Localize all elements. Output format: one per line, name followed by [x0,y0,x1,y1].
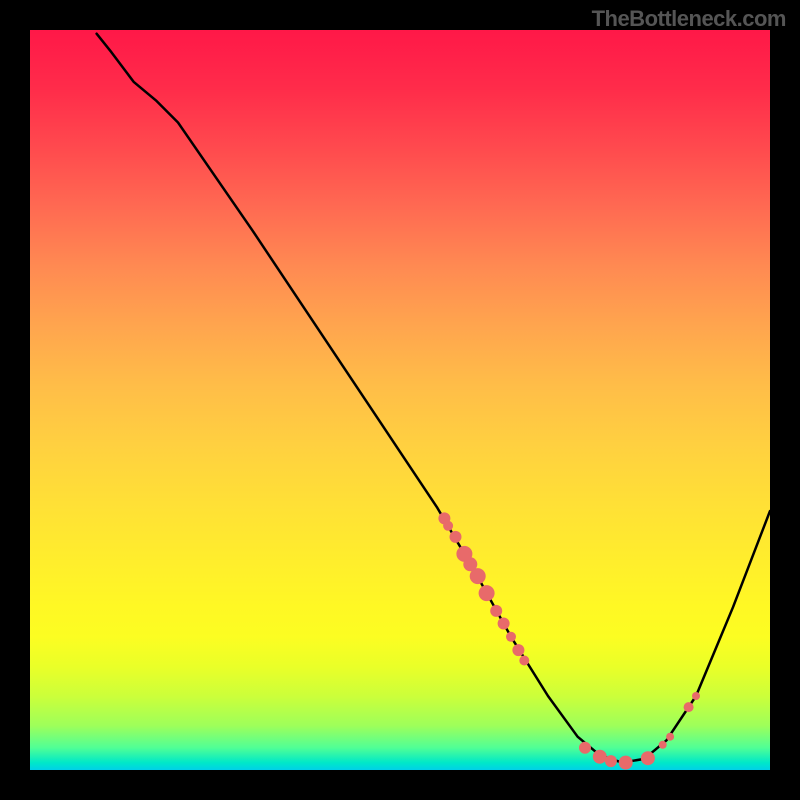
watermark-text: TheBottleneck.com [592,6,786,32]
plot-area [30,30,770,770]
gradient-background [30,30,770,770]
chart-container: TheBottleneck.com [0,0,800,800]
